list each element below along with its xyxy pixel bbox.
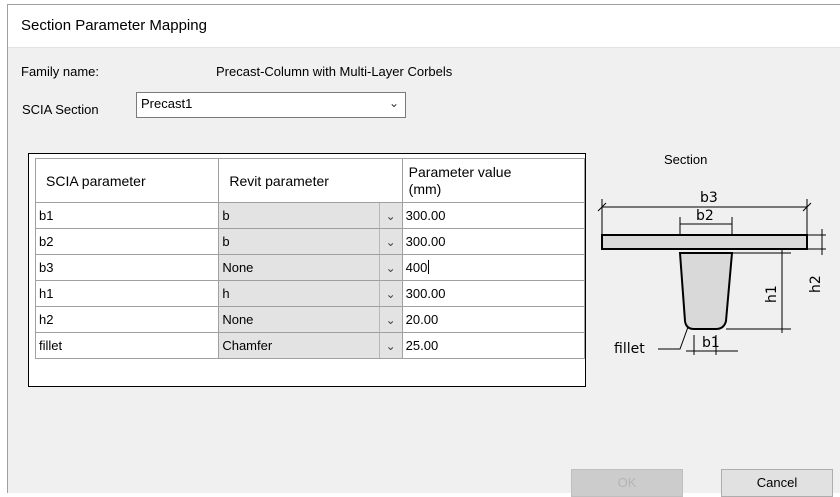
flange-shape	[601, 234, 808, 250]
scia-section-label: SCIA Section	[22, 102, 99, 117]
revit-param-dropdown[interactable]: h ⌄	[218, 280, 403, 307]
chevron-down-icon[interactable]: ⌄	[378, 333, 402, 358]
section-preview-title: Section	[664, 152, 708, 167]
chevron-down-icon[interactable]: ⌄	[378, 255, 402, 280]
dialog-title: Section Parameter Mapping	[21, 17, 207, 34]
column-header-scia[interactable]: SCIA parameter	[34, 158, 220, 203]
table-row: fillet Chamfer ⌄ 25.00	[34, 332, 586, 359]
scia-param-cell[interactable]: h1	[34, 280, 220, 307]
revit-param-dropdown[interactable]: Chamfer ⌄	[218, 332, 403, 359]
param-value-cell[interactable]: 300.00	[401, 228, 586, 255]
section-diagram: b3 b2 h2 h1 b1 fillet	[597, 190, 826, 357]
h2-label: h2	[808, 275, 824, 293]
chevron-down-icon[interactable]: ⌄	[378, 229, 402, 254]
h1-label: h1	[764, 285, 780, 303]
parameter-grid: SCIA parameter Revit parameter Parameter…	[28, 153, 586, 387]
chevron-down-icon[interactable]: ⌄	[378, 307, 402, 332]
scia-param-cell[interactable]: b2	[34, 228, 220, 255]
title-bar[interactable]: Section Parameter Mapping	[8, 5, 840, 48]
table-row: b1 b ⌄ 300.00	[34, 202, 586, 229]
table-row: h2 None ⌄ 20.00	[34, 306, 586, 333]
revit-param-dropdown[interactable]: None ⌄	[218, 306, 403, 333]
b1-label: b1	[702, 335, 720, 351]
scia-param-cell[interactable]: b3	[34, 254, 220, 281]
fillet-leader-line	[658, 326, 689, 350]
b2-label: b2	[696, 208, 714, 224]
param-value-cell[interactable]: 25.00	[401, 332, 586, 359]
param-value-cell[interactable]: 20.00	[401, 306, 586, 333]
chevron-down-icon: ⌄	[388, 96, 399, 110]
b3-label: b3	[700, 190, 718, 206]
fillet-label: fillet	[614, 341, 645, 357]
chevron-down-icon[interactable]: ⌄	[378, 203, 402, 228]
chevron-down-icon[interactable]: ⌄	[378, 281, 402, 306]
param-value-input[interactable]: 400	[401, 254, 586, 281]
text-caret	[428, 260, 430, 274]
param-value-cell[interactable]: 300.00	[401, 280, 586, 307]
column-header-revit[interactable]: Revit parameter	[218, 158, 403, 203]
family-name-label: Family name:	[21, 64, 100, 79]
family-name-value: Precast-Column with Multi-Layer Corbels	[216, 64, 453, 79]
scia-param-cell[interactable]: h2	[34, 306, 220, 333]
table-header-row: SCIA parameter Revit parameter Parameter…	[34, 158, 586, 203]
scia-param-cell[interactable]: b1	[34, 202, 220, 229]
table-row: b2 b ⌄ 300.00	[34, 228, 586, 255]
scia-section-dropdown[interactable]: Precast1 ⌄	[136, 92, 406, 118]
web-shape	[678, 252, 734, 330]
table-row: h1 h ⌄ 300.00	[34, 280, 586, 307]
revit-param-dropdown[interactable]: None ⌄	[218, 254, 403, 281]
table-row: b3 None ⌄ 400	[34, 254, 586, 281]
dialog-window: Section Parameter Mapping Family name: P…	[7, 4, 840, 497]
column-header-value[interactable]: Parameter value (mm)	[401, 158, 586, 203]
scia-param-cell[interactable]: fillet	[34, 332, 220, 359]
parameter-table: SCIA parameter Revit parameter Parameter…	[34, 158, 586, 359]
revit-param-dropdown[interactable]: b ⌄	[218, 202, 403, 229]
revit-param-dropdown[interactable]: b ⌄	[218, 228, 403, 255]
scia-section-value: Precast1	[141, 96, 193, 111]
param-value-cell[interactable]: 300.00	[401, 202, 586, 229]
